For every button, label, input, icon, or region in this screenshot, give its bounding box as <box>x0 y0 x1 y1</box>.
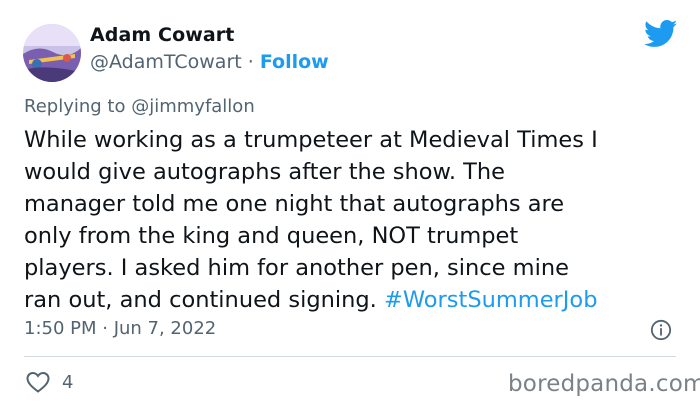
divider <box>24 356 676 357</box>
avatar-image <box>23 24 81 82</box>
tweet-text-line: players. I asked him for another pen, si… <box>24 255 569 281</box>
author-handle-row: @AdamTCowart · Follow <box>90 51 329 73</box>
twitter-bird-icon[interactable] <box>644 20 678 48</box>
tweet-text-line: While working as a trumpeteer at Medieva… <box>24 127 598 153</box>
watermark: boredpanda.com <box>508 371 700 397</box>
tweet-timestamp[interactable]: 1:50 PM · Jun 7, 2022 <box>24 318 216 339</box>
tweet-text-line: manager told me one night that autograph… <box>24 191 565 217</box>
like-count: 4 <box>62 372 74 393</box>
separator-dot: · <box>247 51 254 73</box>
tweet-text: While working as a trumpeteer at Medieva… <box>24 124 684 316</box>
tweet-text-line: only from the king and queen, NOT trumpe… <box>24 223 519 249</box>
info-icon[interactable] <box>650 319 672 341</box>
reply-handle-link[interactable]: @jimmyfallon <box>131 96 255 117</box>
tweet-text-line: would give autographs after the show. Th… <box>24 159 506 185</box>
author-display-name[interactable]: Adam Cowart <box>90 24 234 46</box>
heart-icon[interactable] <box>26 371 50 393</box>
tweet-text-line: ran out, and continued signing. <box>24 287 377 313</box>
follow-button[interactable]: Follow <box>260 51 329 73</box>
replying-to-line: Replying to @jimmyfallon <box>24 96 255 117</box>
tweet-text-last-line: ran out, and continued signing. #WorstSu… <box>24 284 684 316</box>
hashtag-link[interactable]: #WorstSummerJob <box>384 287 598 313</box>
replying-to-label: Replying to <box>24 96 126 117</box>
author-handle[interactable]: @AdamTCowart <box>90 51 242 73</box>
avatar[interactable] <box>23 24 81 82</box>
